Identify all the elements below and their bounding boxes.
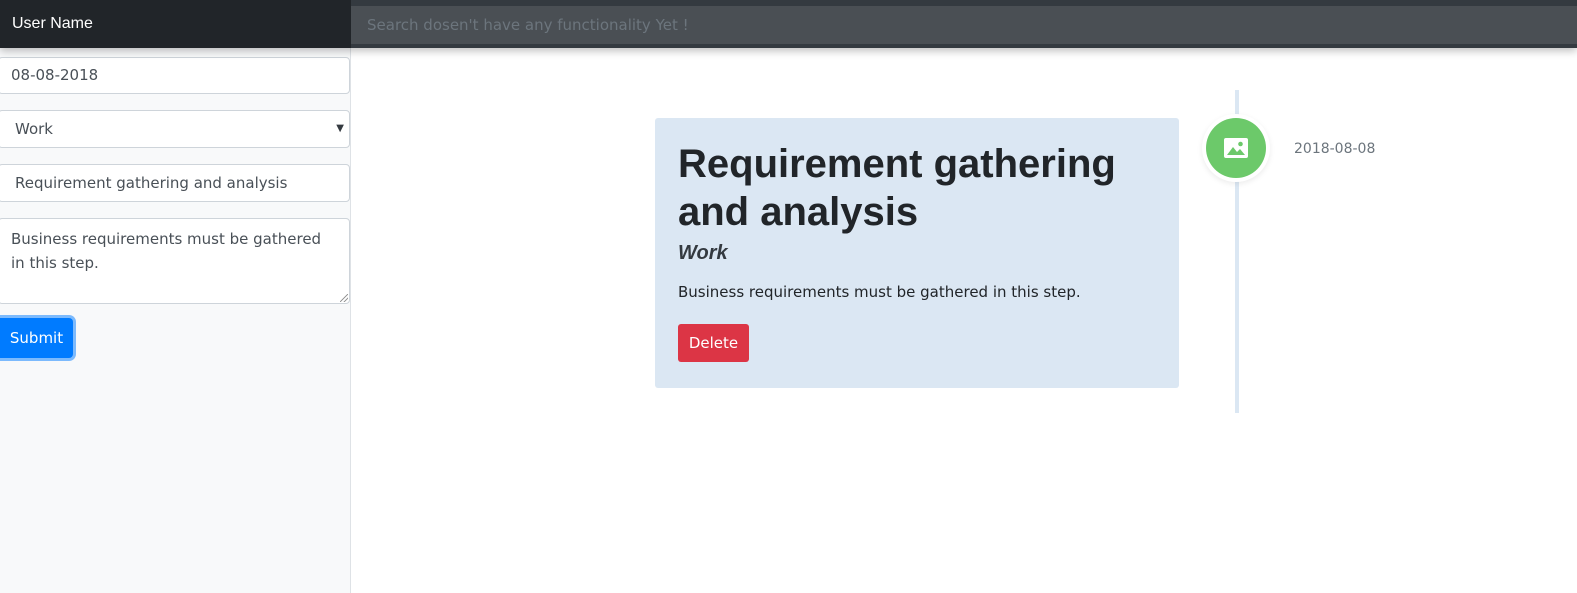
timeline-marker [1206, 118, 1266, 178]
brand-user-name[interactable]: User Name [0, 0, 351, 48]
timeline-date: 2018-08-08 [1294, 141, 1376, 157]
card-description: Business requirements must be gathered i… [678, 283, 1081, 301]
date-field[interactable]: 08-08-2018 [0, 57, 350, 94]
title-field[interactable]: Requirement gathering and analysis [0, 164, 350, 202]
resize-handle-icon[interactable] [340, 294, 348, 302]
caret-down-icon: ▼ [336, 123, 344, 134]
card-title: Requirement gathering and analysis [678, 142, 1116, 234]
category-select[interactable]: Work ▼ [0, 110, 350, 148]
timeline-card: Requirement gathering and analysis Work … [655, 118, 1179, 388]
delete-button[interactable]: Delete [678, 324, 749, 362]
submit-button[interactable]: Submit [0, 318, 73, 358]
image-icon [1224, 138, 1248, 158]
description-text: Business requirements must be gathered i… [11, 230, 322, 272]
search-input[interactable] [351, 6, 1577, 44]
sidebar-form: 08-08-2018 Work ▼ Requirement gathering … [0, 48, 351, 593]
top-navbar: User Name [0, 0, 1577, 48]
description-textarea[interactable]: Business requirements must be gathered i… [0, 218, 350, 304]
category-select-value: Work [15, 120, 53, 138]
card-category: Work [678, 242, 728, 264]
